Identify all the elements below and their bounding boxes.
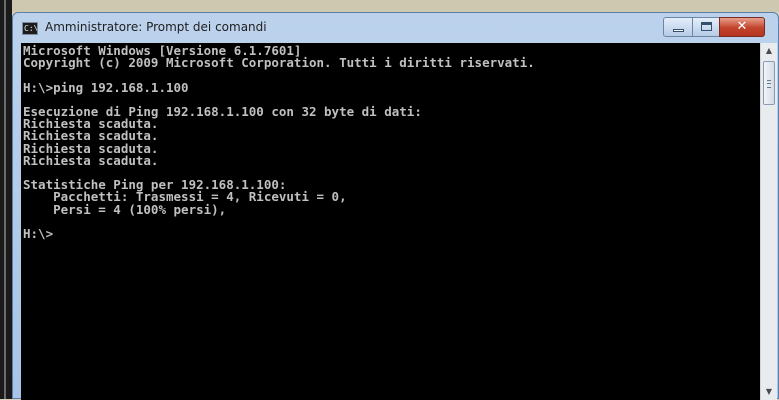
close-button[interactable]: ✕ — [719, 17, 765, 37]
maximize-button[interactable] — [692, 17, 720, 37]
command-prompt-window: C:\ Amministratore: Prompt dei comandi ✕… — [12, 12, 779, 400]
minimize-icon — [673, 29, 684, 32]
console-text: Microsoft Windows [Versione 6.1.7601] Co… — [21, 43, 760, 240]
console-line: Richiesta scaduta. — [23, 152, 159, 168]
console-line: H:\>ping 192.168.1.100 — [23, 79, 189, 95]
title-bar[interactable]: C:\ Amministratore: Prompt dei comandi ✕ — [13, 13, 778, 43]
vertical-scrollbar[interactable]: ▲ ▼ — [760, 43, 777, 400]
maximize-icon — [701, 22, 712, 31]
close-icon: ✕ — [736, 19, 748, 34]
minimize-button[interactable] — [663, 17, 693, 37]
scroll-thumb[interactable] — [763, 61, 775, 105]
grip-icon — [767, 80, 771, 88]
console-line: H:\> — [23, 226, 54, 242]
console-line: Persi = 4 (100% persi), — [23, 201, 227, 217]
console-output[interactable]: Microsoft Windows [Versione 6.1.7601] Co… — [21, 43, 760, 400]
window-title: Amministratore: Prompt dei comandi — [45, 20, 267, 34]
scroll-down-icon[interactable]: ▼ — [761, 384, 777, 400]
console-line: Copyright (c) 2009 Microsoft Corporation… — [23, 55, 535, 71]
scroll-up-icon[interactable]: ▲ — [761, 43, 777, 59]
desktop-top-edge — [12, 0, 779, 12]
cmd-app-icon[interactable]: C:\ — [22, 22, 38, 35]
desktop-left-edge — [0, 0, 12, 399]
